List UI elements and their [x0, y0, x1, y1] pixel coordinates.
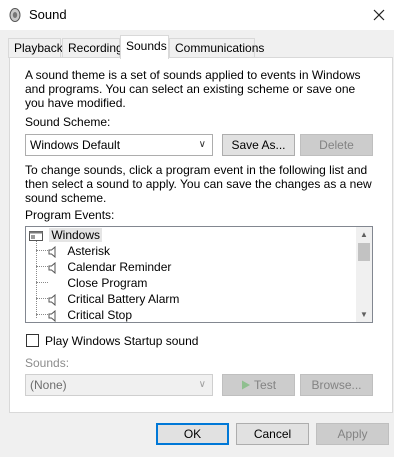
- list-item-label: Critical Stop: [67, 308, 133, 322]
- list-item-calendar-reminder[interactable]: Calendar Reminder: [48, 259, 171, 275]
- list-item-asterisk[interactable]: Asterisk: [48, 243, 110, 259]
- program-events-label: Program Events:: [25, 208, 115, 222]
- apply-button[interactable]: Apply: [316, 423, 389, 445]
- sound-app-icon: [9, 8, 21, 22]
- startup-sound-checkbox[interactable]: [26, 334, 39, 347]
- list-item-close-program[interactable]: Close Program: [48, 275, 147, 291]
- ok-button[interactable]: OK: [156, 423, 229, 445]
- tree-connector: [36, 250, 48, 251]
- browse-button[interactable]: Browse...: [300, 374, 373, 396]
- scheme-dropdown[interactable]: Windows Default ∨: [25, 134, 213, 156]
- windows-folder-icon: [29, 230, 43, 241]
- window-title: Sound: [29, 7, 67, 22]
- tree-connector: [36, 266, 48, 267]
- intro-text: A sound theme is a set of sounds applied…: [25, 68, 361, 110]
- scroll-down-icon[interactable]: ▼: [356, 307, 372, 322]
- sounds-dropdown[interactable]: (None) ∨: [25, 374, 213, 396]
- tab-playback[interactable]: Playback: [8, 38, 63, 58]
- sounds-label: Sounds:: [25, 356, 70, 370]
- chevron-down-icon: ∨: [198, 379, 206, 390]
- tree-connector: [36, 314, 48, 315]
- scroll-up-icon[interactable]: ▲: [356, 227, 372, 242]
- speaker-icon: [48, 261, 56, 274]
- list-item-critical-stop[interactable]: Critical Stop: [48, 307, 133, 322]
- sounds-value: (None): [30, 378, 67, 392]
- list-item-critical-battery-alarm[interactable]: Critical Battery Alarm: [48, 291, 179, 307]
- scheme-label: Sound Scheme:: [25, 115, 111, 129]
- play-icon: [241, 380, 250, 390]
- scheme-value: Windows Default: [30, 138, 121, 152]
- instructions-text: To change sounds, click a program event …: [25, 163, 372, 205]
- background-window-edge: [394, 30, 402, 457]
- sound-dialog: Sound Playback Recording Sounds Communic…: [0, 0, 402, 457]
- cancel-button[interactable]: Cancel: [236, 423, 309, 445]
- list-item-label: Calendar Reminder: [67, 260, 172, 274]
- delete-button[interactable]: Delete: [300, 134, 373, 156]
- tree-connector: [36, 282, 48, 283]
- program-events-list[interactable]: Windows Asterisk Calendar Reminder Close…: [25, 226, 373, 323]
- startup-sound-label: Play Windows Startup sound: [45, 334, 199, 348]
- close-icon: [373, 9, 385, 21]
- sounds-tab-panel: A sound theme is a set of sounds applied…: [9, 57, 393, 413]
- speaker-icon: [48, 309, 56, 322]
- list-item-label: Windows: [49, 228, 103, 242]
- test-button[interactable]: Test: [222, 374, 295, 396]
- list-item-windows[interactable]: Windows: [29, 227, 103, 243]
- tab-communications[interactable]: Communications: [169, 38, 264, 58]
- list-scrollbar[interactable]: ▲ ▼: [356, 227, 372, 322]
- save-as-button[interactable]: Save As...: [222, 134, 295, 156]
- speaker-icon: [48, 245, 56, 258]
- tree-connector: [36, 298, 48, 299]
- close-button[interactable]: [356, 0, 402, 30]
- speaker-icon: [48, 293, 56, 306]
- title-bar[interactable]: Sound: [0, 0, 402, 30]
- scroll-thumb[interactable]: [358, 243, 370, 261]
- tab-recording[interactable]: Recording: [62, 38, 123, 58]
- tree-connector: [36, 240, 37, 318]
- chevron-down-icon: ∨: [198, 139, 206, 150]
- list-item-label: Asterisk: [67, 244, 111, 258]
- list-item-label: Critical Battery Alarm: [67, 292, 180, 306]
- test-label: Test: [254, 378, 277, 392]
- tab-sounds[interactable]: Sounds: [120, 35, 169, 59]
- list-item-label: Close Program: [67, 276, 148, 290]
